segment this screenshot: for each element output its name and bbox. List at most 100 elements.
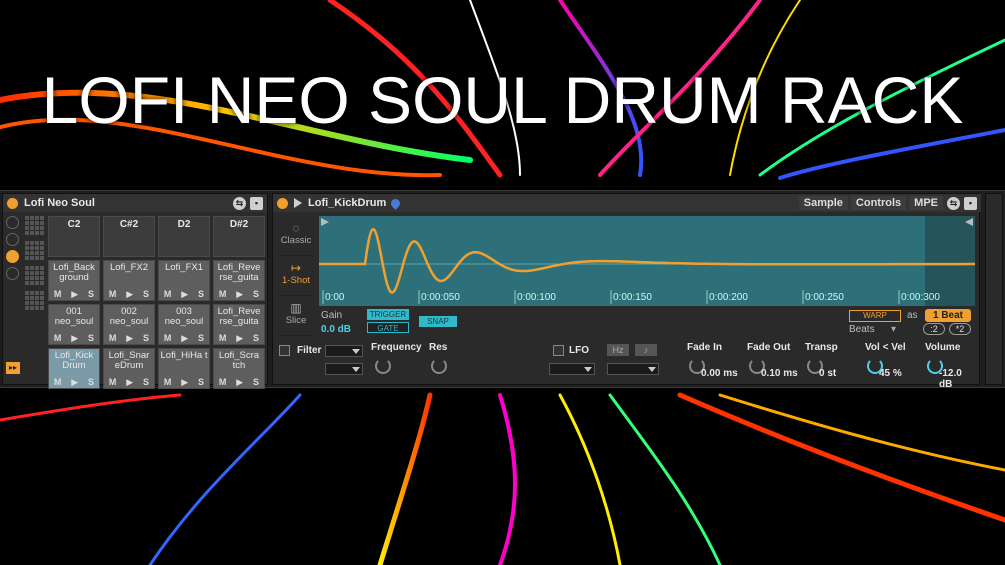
pad-play-button[interactable]: ▶	[181, 333, 188, 344]
drum-pad[interactable]: Lofi_FX2 M ▶ S	[103, 260, 155, 301]
pad-solo-button[interactable]: S	[143, 289, 149, 300]
pad-play-button[interactable]: ▶	[126, 333, 133, 344]
drum-pad[interactable]: C2M▶S	[48, 216, 100, 257]
pad-solo-button[interactable]: S	[143, 333, 149, 344]
pad-mute-button[interactable]: M	[164, 289, 172, 300]
show-chains-icon[interactable]: ▸▸	[6, 362, 20, 374]
pad-view-toggle-icon[interactable]	[6, 250, 19, 263]
device-power-button[interactable]	[7, 197, 18, 209]
drum-pad[interactable]: Lofi_Reve rse_guita M ▶ S	[213, 260, 265, 301]
chevron-down-icon[interactable]: ▾	[891, 324, 896, 335]
drum-pad[interactable]: Lofi_FX1 M ▶ S	[158, 260, 210, 301]
filter-slope-select[interactable]	[325, 363, 363, 375]
waveform-display[interactable]: 0:00 0:00:050 0:00:100 0:00:150 0:00:200 0:00…	[319, 216, 975, 306]
save-preset-icon[interactable]: ▪	[250, 196, 263, 210]
drum-pad[interactable]: Lofi_Kick Drum M ▶ S	[48, 348, 100, 389]
pad-controls: M ▶ S	[49, 289, 99, 300]
divide-by-two-button[interactable]: :2	[923, 323, 945, 335]
drum-pad[interactable]: 003 neo_soul M ▶ S	[158, 304, 210, 345]
pad-mute-button[interactable]: M	[109, 333, 117, 344]
classic-icon: ◌	[292, 221, 300, 235]
tab-mpe[interactable]: MPE	[909, 196, 943, 210]
lfo-hz-button[interactable]: Hz	[607, 344, 629, 356]
pad-play-button[interactable]: ▶	[181, 377, 188, 388]
hot-swap-icon[interactable]: ⇆	[233, 196, 246, 210]
resonance-knob[interactable]	[431, 358, 447, 374]
pad-solo-button[interactable]: S	[143, 377, 149, 388]
simpler-header: Lofi_KickDrum Sample Controls MPE ⇆ ▪	[273, 194, 981, 212]
pad-mute-button[interactable]: M	[109, 377, 117, 388]
snap-button[interactable]: SNAP	[419, 316, 457, 327]
pad-mute-button[interactable]: M	[54, 377, 62, 388]
save-preset-icon[interactable]: ▪	[964, 196, 977, 210]
multiply-by-two-button[interactable]: *2	[949, 323, 971, 335]
pad-mute-button[interactable]: M	[219, 377, 227, 388]
gain-value[interactable]: 0.0 dB	[321, 324, 351, 335]
pad-play-button[interactable]: ▶	[71, 289, 78, 300]
drum-pad[interactable]: C#2M▶S	[103, 216, 155, 257]
hot-swap-icon[interactable]: ⇆	[947, 196, 960, 210]
envelope-knob-value: 0.00 ms	[701, 368, 738, 379]
chain-toggle-icon[interactable]	[6, 216, 19, 229]
macro-toggle-icon[interactable]	[6, 267, 19, 280]
drum-pad[interactable]: Lofi_Back ground M ▶ S	[48, 260, 100, 301]
time-label: 0:00:200	[709, 292, 748, 303]
pad-play-button[interactable]: ▶	[126, 289, 133, 300]
pad-solo-button[interactable]: S	[88, 289, 94, 300]
pad-play-button[interactable]: ▶	[181, 289, 188, 300]
pad-mute-button[interactable]: M	[164, 377, 172, 388]
pad-solo-button[interactable]: S	[198, 333, 204, 344]
drum-pad[interactable]: D#2M▶S	[213, 216, 265, 257]
play-icon[interactable]	[294, 198, 302, 208]
device-power-button[interactable]	[277, 197, 288, 209]
warp-button[interactable]: WARP	[849, 310, 901, 322]
tab-sample[interactable]: Sample	[798, 196, 848, 210]
trigger-button[interactable]: TRIGGER	[367, 309, 409, 320]
lfo-toggle[interactable]	[553, 345, 564, 356]
drum-pad[interactable]: Lofi_Snar eDrum M ▶ S	[103, 348, 155, 389]
pad-mute-button[interactable]: M	[54, 333, 62, 344]
pad-solo-button[interactable]: S	[253, 377, 259, 388]
drum-pad[interactable]: Lofi_Scra tch M ▶ S	[213, 348, 265, 389]
drum-pad-label: Lofi_HiHa t	[160, 350, 208, 361]
pad-solo-button[interactable]: S	[88, 333, 94, 344]
drum-pad[interactable]: 002 neo_soul M ▶ S	[103, 304, 155, 345]
pad-mute-button[interactable]: M	[109, 289, 117, 300]
drum-pad[interactable]: Lofi_Reve rse_guita M ▶ S	[213, 304, 265, 345]
pad-solo-button[interactable]: S	[253, 289, 259, 300]
pad-solo-button[interactable]: S	[198, 377, 204, 388]
drum-pad[interactable]: 001 neo_soul M ▶ S	[48, 304, 100, 345]
mode-classic[interactable]: ◌ Classic	[277, 216, 315, 256]
drum-pad[interactable]: D2M▶S	[158, 216, 210, 257]
pad-play-button[interactable]: ▶	[71, 377, 78, 388]
pad-play-button[interactable]: ▶	[126, 377, 133, 388]
lfo-rate-field[interactable]	[607, 363, 659, 375]
pad-mute-button[interactable]: M	[54, 289, 62, 300]
mode-slice[interactable]: ▥ Slice	[277, 296, 315, 336]
pad-mute-button[interactable]: M	[164, 333, 172, 344]
filter-toggle[interactable]	[279, 345, 290, 356]
pad-play-button[interactable]: ▶	[71, 333, 78, 344]
io-toggle-icon[interactable]	[6, 233, 19, 246]
device-chain-scrollbar[interactable]	[985, 193, 1003, 385]
drum-pad[interactable]: Lofi_HiHa t M ▶ S	[158, 348, 210, 389]
beat-value[interactable]: 1 Beat	[925, 309, 971, 322]
envelope-knob-value: -12.0 dB	[939, 368, 962, 390]
pad-row: Lofi_Back ground M ▶ S Lofi_FX2 M ▶ S Lofi_FX1 M ▶…	[48, 260, 266, 301]
pad-mute-button[interactable]: M	[219, 333, 227, 344]
gate-button[interactable]: GATE	[367, 322, 409, 333]
pad-solo-button[interactable]: S	[198, 289, 204, 300]
pad-solo-button[interactable]: S	[88, 377, 94, 388]
pad-overview-grid[interactable]	[25, 216, 45, 380]
pad-solo-button[interactable]: S	[253, 333, 259, 344]
pad-play-button[interactable]: ▶	[236, 333, 243, 344]
lfo-sync-button[interactable]: ♪	[635, 344, 657, 356]
lfo-shape-select[interactable]	[549, 363, 595, 375]
filter-type-select[interactable]	[325, 345, 363, 357]
tab-controls[interactable]: Controls	[850, 196, 907, 210]
mode-one-shot[interactable]: ↦ 1-Shot	[277, 256, 315, 296]
pad-mute-button[interactable]: M	[219, 289, 227, 300]
frequency-knob[interactable]	[375, 358, 391, 374]
pad-play-button[interactable]: ▶	[236, 377, 243, 388]
pad-play-button[interactable]: ▶	[236, 289, 243, 300]
